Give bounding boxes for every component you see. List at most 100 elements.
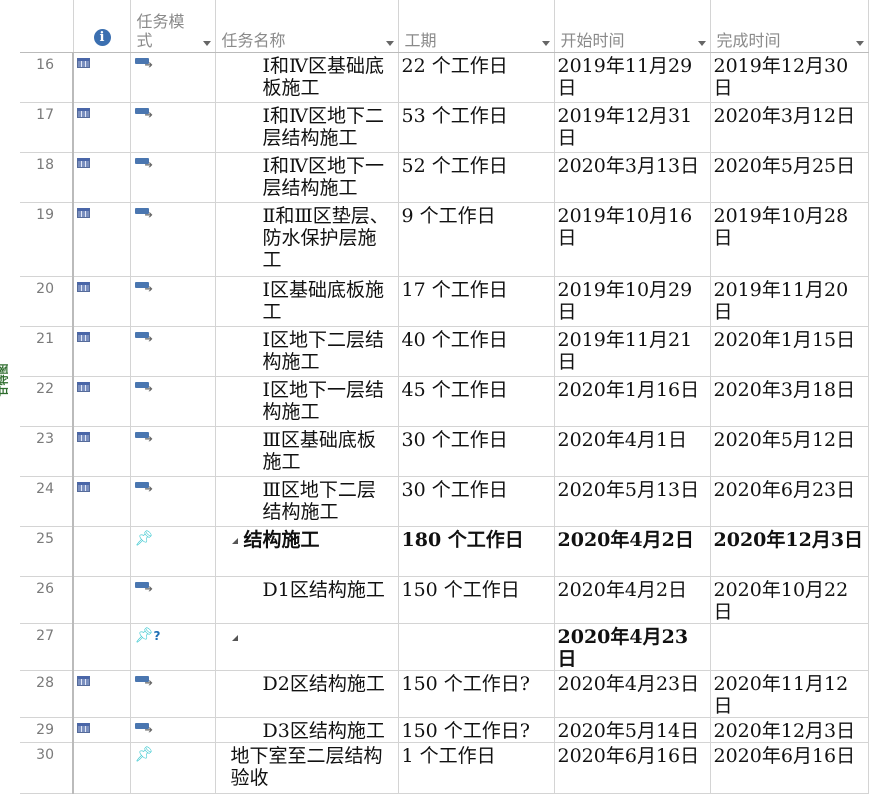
start-cell[interactable]: 2020年6月16日 (554, 742, 711, 794)
task-name-cell[interactable]: D3区结构施工 (215, 717, 399, 743)
start-cell[interactable]: 2020年5月14日 (554, 717, 711, 743)
duration-cell[interactable]: 52 个工作日 (398, 152, 555, 203)
header-finish[interactable]: 完成时间 (710, 0, 869, 53)
duration-cell[interactable]: 150 个工作日 (398, 576, 555, 624)
task-name-cell[interactable]: Ⅱ和Ⅲ区垫层、防水保护层施工 (215, 202, 399, 277)
row-number[interactable]: 18 (20, 152, 74, 203)
duration-cell[interactable] (398, 623, 555, 671)
start-cell[interactable]: 2019年10月29日 (554, 276, 711, 327)
task-mode-cell[interactable]: ➔ (130, 670, 216, 718)
start-cell[interactable]: 2019年12月31日 (554, 102, 711, 153)
header-start[interactable]: 开始时间 (554, 0, 711, 53)
duration-cell[interactable]: 53 个工作日 (398, 102, 555, 153)
finish-cell[interactable]: 2019年12月30日 (710, 52, 869, 103)
task-name-cell[interactable]: 地下室至二层结构验收 (215, 742, 399, 794)
row-number[interactable]: 28 (20, 670, 74, 718)
task-row[interactable]: 20 ➔ Ⅰ区基础底板施工 17 个工作日 2019年10月29日 2019年11月20日 (20, 276, 869, 327)
row-number[interactable]: 19 (20, 202, 74, 277)
start-cell[interactable]: 2020年4月2日 (554, 576, 711, 624)
start-cell[interactable]: 2020年3月13日 (554, 152, 711, 203)
task-name-cell[interactable]: D1区结构施工 (215, 576, 399, 624)
finish-cell[interactable]: 2020年11月12日 (710, 670, 869, 718)
task-mode-cell[interactable]: 📌︎ (130, 742, 216, 794)
finish-cell[interactable] (710, 623, 869, 671)
task-row[interactable]: 23 ➔ Ⅲ区基础底板施工 30 个工作日 2020年4月1日 2020年5月12日 (20, 426, 869, 477)
start-cell[interactable]: 2020年4月23日 (554, 670, 711, 718)
row-number[interactable]: 24 (20, 476, 74, 527)
task-row[interactable]: 18 ➔ Ⅰ和Ⅳ区地下一层结构施工 52 个工作日 2020年3月13日 2020年5月2… (20, 152, 869, 203)
task-row[interactable]: 27 📌︎? 2020年4月23日 (20, 623, 869, 671)
task-name-cell[interactable]: Ⅲ区基础底板施工 (215, 426, 399, 477)
finish-cell[interactable]: 2020年3月12日 (710, 102, 869, 153)
task-mode-cell[interactable]: ➔ (130, 717, 216, 743)
start-cell[interactable]: 2020年4月2日 (554, 526, 711, 577)
row-number[interactable]: 17 (20, 102, 74, 153)
finish-cell[interactable]: 2020年6月16日 (710, 742, 869, 794)
task-row[interactable]: 22 ➔ Ⅰ区地下一层结构施工 45 个工作日 2020年1月16日 2020年3月18日 (20, 376, 869, 427)
duration-cell[interactable]: 30 个工作日 (398, 426, 555, 477)
task-mode-cell[interactable]: ➔ (130, 102, 216, 153)
start-cell[interactable]: 2020年4月1日 (554, 426, 711, 477)
task-row[interactable]: 25 📌︎ 结构施工 180 个工作日 2020年4月2日 2020年12月3日 (20, 526, 869, 577)
row-number[interactable]: 27 (20, 623, 74, 671)
start-cell[interactable]: 2020年4月23日 (554, 623, 711, 671)
row-number[interactable]: 20 (20, 276, 74, 327)
task-row[interactable]: 26 ➔ D1区结构施工 150 个工作日 2020年4月2日 2020年10月22日 (20, 576, 869, 624)
task-mode-cell[interactable]: ➔ (130, 576, 216, 624)
task-mode-cell[interactable]: ➔ (130, 326, 216, 377)
row-number[interactable]: 25 (20, 526, 74, 577)
task-row[interactable]: 19 ➔ Ⅱ和Ⅲ区垫层、防水保护层施工 9 个工作日 2019年10月16日 2019年1… (20, 202, 869, 277)
row-number[interactable]: 30 (20, 742, 74, 794)
task-name-cell[interactable]: Ⅰ区地下一层结构施工 (215, 376, 399, 427)
finish-cell[interactable]: 2020年10月22日 (710, 576, 869, 624)
finish-cell[interactable]: 2020年1月15日 (710, 326, 869, 377)
header-duration[interactable]: 工期 (398, 0, 555, 53)
view-bar[interactable]: 甘特图 (0, 0, 20, 728)
dropdown-arrow-icon[interactable] (855, 41, 864, 46)
dropdown-arrow-icon[interactable] (697, 41, 706, 46)
task-name-cell[interactable]: Ⅲ区地下二层结构施工 (215, 476, 399, 527)
duration-cell[interactable]: 180 个工作日 (398, 526, 555, 577)
task-mode-cell[interactable]: ➔ (130, 276, 216, 327)
task-name-cell[interactable]: Ⅰ区基础底板施工 (215, 276, 399, 327)
finish-cell[interactable]: 2020年12月3日 (710, 526, 869, 577)
duration-cell[interactable]: 1 个工作日 (398, 742, 555, 794)
header-task-mode[interactable]: 任务模式 (130, 0, 216, 53)
header-row-number[interactable] (20, 0, 74, 53)
duration-cell[interactable]: 22 个工作日 (398, 52, 555, 103)
duration-cell[interactable]: 30 个工作日 (398, 476, 555, 527)
task-name-cell[interactable]: 结构施工 (215, 526, 399, 577)
task-mode-cell[interactable]: ➔ (130, 152, 216, 203)
row-number[interactable]: 29 (20, 717, 74, 743)
header-task-name[interactable]: 任务名称 (215, 0, 399, 53)
collapse-triangle-icon[interactable] (231, 538, 238, 544)
start-cell[interactable]: 2019年11月29日 (554, 52, 711, 103)
finish-cell[interactable]: 2019年11月20日 (710, 276, 869, 327)
row-number[interactable]: 26 (20, 576, 74, 624)
task-name-cell[interactable] (215, 623, 399, 671)
finish-cell[interactable]: 2020年12月3日 (710, 717, 869, 743)
task-mode-cell[interactable]: 📌︎ (130, 526, 216, 577)
task-mode-cell[interactable]: ➔ (130, 376, 216, 427)
task-row[interactable]: 24 ➔ Ⅲ区地下二层结构施工 30 个工作日 2020年5月13日 2020年6月23日 (20, 476, 869, 527)
dropdown-arrow-icon[interactable] (541, 41, 550, 46)
duration-cell[interactable]: 9 个工作日 (398, 202, 555, 277)
dropdown-arrow-icon[interactable] (202, 41, 211, 46)
start-cell[interactable]: 2020年1月16日 (554, 376, 711, 427)
task-row[interactable]: 28 ➔ D2区结构施工 150 个工作日? 2020年4月23日 2020年11月12日 (20, 670, 869, 718)
row-number[interactable]: 16 (20, 52, 74, 103)
duration-cell[interactable]: 45 个工作日 (398, 376, 555, 427)
task-row[interactable]: 29 ➔ D3区结构施工 150 个工作日? 2020年5月14日 2020年12月3日 (20, 717, 869, 743)
task-mode-cell[interactable]: ➔ (130, 476, 216, 527)
task-row[interactable]: 21 ➔ Ⅰ区地下二层结构施工 40 个工作日 2019年11月21日 2020年1月15… (20, 326, 869, 377)
task-name-cell[interactable]: Ⅰ区地下二层结构施工 (215, 326, 399, 377)
task-row[interactable]: 30 📌︎ 地下室至二层结构验收 1 个工作日 2020年6月16日 2020年6月16日 (20, 742, 869, 794)
row-number[interactable]: 21 (20, 326, 74, 377)
task-mode-cell[interactable]: 📌︎? (130, 623, 216, 671)
task-row[interactable]: 17 ➔ Ⅰ和Ⅳ区地下二层结构施工 53 个工作日 2019年12月31日 2020年3月… (20, 102, 869, 153)
duration-cell[interactable]: 150 个工作日? (398, 717, 555, 743)
row-number[interactable]: 22 (20, 376, 74, 427)
start-cell[interactable]: 2019年11月21日 (554, 326, 711, 377)
task-name-cell[interactable]: Ⅰ和Ⅳ区地下二层结构施工 (215, 102, 399, 153)
start-cell[interactable]: 2019年10月16日 (554, 202, 711, 277)
